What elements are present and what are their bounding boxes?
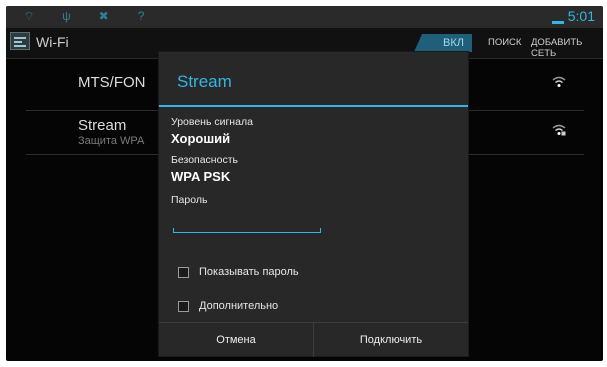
add-network-action[interactable]: ДОБАВИТЬ СЕТЬ bbox=[531, 37, 603, 59]
network-name[interactable]: MTS/FON bbox=[78, 74, 146, 91]
settings-app-icon[interactable] bbox=[10, 32, 30, 50]
notification-icon: ⌔ bbox=[23, 9, 35, 23]
battery-icon bbox=[551, 13, 564, 24]
password-underline-tick bbox=[320, 228, 321, 233]
advanced-checkbox[interactable]: Дополнительно bbox=[178, 300, 278, 312]
advanced-label: Дополнительно bbox=[199, 300, 279, 312]
signal-value: Хороший bbox=[171, 131, 231, 146]
password-underline bbox=[173, 232, 321, 233]
password-field[interactable] bbox=[173, 218, 325, 236]
security-value: WPA PSK bbox=[171, 169, 231, 184]
usb-icon: ψ bbox=[62, 9, 71, 23]
android-screen: ⌔ ψ ✖ ? 5:01 Wi-Fi ВКЛ ПОИСК ДОБАВИТЬ СЕ… bbox=[6, 6, 603, 361]
cancel-button[interactable]: Отмена bbox=[159, 323, 313, 357]
security-label: Безопасность bbox=[171, 154, 238, 166]
show-password-checkbox[interactable]: Показывать пароль bbox=[178, 266, 299, 278]
status-right: 5:01 bbox=[551, 8, 595, 24]
page-title: Wi-Fi bbox=[36, 34, 69, 50]
wifi-connect-dialog: Stream Уровень сигнала Хороший Безопасно… bbox=[159, 52, 468, 357]
network-security: Защита WPA bbox=[78, 135, 145, 147]
checkbox-box[interactable] bbox=[178, 300, 189, 312]
password-underline-tick bbox=[173, 228, 174, 233]
dialog-button-bar: Отмена Подключить bbox=[159, 322, 468, 357]
network-name[interactable]: Stream bbox=[78, 117, 126, 134]
title-divider bbox=[159, 105, 468, 107]
dialog-title: Stream bbox=[177, 72, 232, 91]
wifi-locked-signal-icon bbox=[552, 124, 566, 136]
signal-label: Уровень сигнала bbox=[171, 116, 253, 128]
tools-icon: ✖ bbox=[98, 9, 109, 23]
clock: 5:01 bbox=[567, 8, 595, 24]
wifi-toggle[interactable]: ВКЛ bbox=[414, 34, 472, 52]
notification-icons: ⌔ ψ ✖ ? bbox=[20, 9, 150, 24]
connect-button[interactable]: Подключить bbox=[314, 323, 468, 357]
unknown-icon: ? bbox=[137, 9, 145, 23]
checkbox-box[interactable] bbox=[178, 266, 189, 278]
status-bar: ⌔ ψ ✖ ? 5:01 bbox=[6, 6, 603, 28]
password-label: Пароль bbox=[171, 194, 208, 206]
wifi-signal-icon bbox=[552, 76, 566, 87]
show-password-label: Показывать пароль bbox=[199, 266, 299, 278]
search-action[interactable]: ПОИСК bbox=[488, 37, 521, 48]
